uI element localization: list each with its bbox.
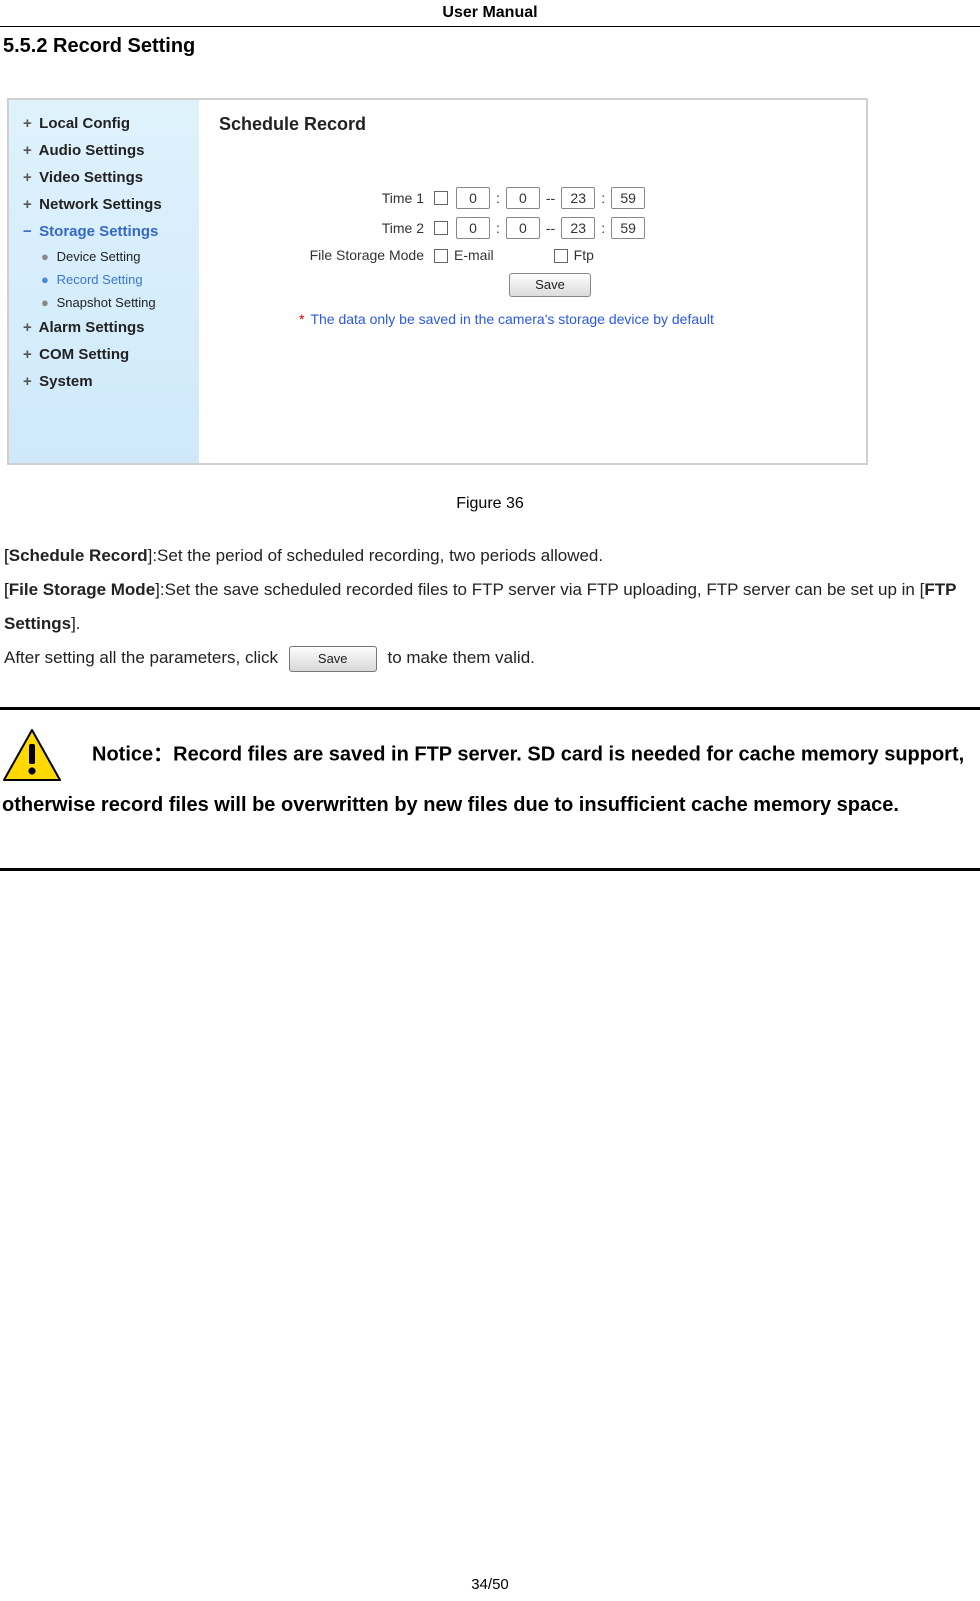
sidebar-item-network-settings[interactable]: + Network Settings [19,191,189,218]
warning-icon [2,728,62,782]
colon: : [496,190,500,206]
bullet-icon: ● [41,249,53,264]
sidebar-item-label: Network Settings [39,196,162,213]
header-rule [0,26,980,27]
ftp-checkbox[interactable] [554,249,568,263]
dash: -- [546,220,555,236]
plus-icon: + [23,142,35,159]
plus-icon: + [23,169,35,186]
dash: -- [546,190,555,206]
save-button-inline: Save [289,646,377,672]
ftp-option-label: Ftp [574,247,594,263]
storage-mode-label: File Storage Mode [219,247,434,263]
save-row: Save [219,267,846,301]
time2-min-end[interactable]: 59 [611,217,645,239]
nav-sidebar: + Local Config + Audio Settings + Video … [9,100,199,463]
file-storage-mode-paragraph: [File Storage Mode]:Set the save schedul… [4,573,976,641]
divider-top [0,707,980,710]
bullet-icon: ● [41,295,53,310]
content-panel: Schedule Record Time 1 0 : 0 -- 23 : 59 … [199,100,866,463]
file-storage-mode-desc-b: ]. [71,614,80,633]
sidebar-item-label: Device Setting [57,249,141,264]
notice-label: Notice： [92,743,173,765]
file-storage-mode-desc-a: ]:Set the save scheduled recorded files … [155,580,924,599]
sidebar-item-label: Record Setting [57,272,143,287]
panel-title: Schedule Record [219,114,846,135]
time2-checkbox[interactable] [434,221,448,235]
colon: : [496,220,500,236]
sidebar-item-storage-settings[interactable]: − Storage Settings [19,218,189,245]
sidebar-subitem-record-setting[interactable]: ● Record Setting [19,268,189,291]
storage-mode-row: File Storage Mode E-mail Ftp [219,243,846,267]
figure-caption: Figure 36 [0,495,980,513]
sidebar-item-system[interactable]: + System [19,368,189,395]
sidebar-subitem-device-setting[interactable]: ● Device Setting [19,245,189,268]
sidebar-item-label: Local Config [39,115,130,132]
after-text-b: to make them valid. [387,648,534,667]
time2-hour-start[interactable]: 0 [456,217,490,239]
after-text-a: After setting all the parameters, click [4,648,283,667]
sidebar-item-label: Video Settings [39,169,143,186]
sidebar-subitem-snapshot-setting[interactable]: ● Snapshot Setting [19,291,189,314]
time2-row: Time 2 0 : 0 -- 23 : 59 [219,213,846,243]
schedule-record-term: Schedule Record [9,546,148,565]
settings-screenshot: + Local Config + Audio Settings + Video … [7,98,868,465]
sidebar-item-label: System [39,373,92,390]
schedule-record-paragraph: [Schedule Record]:Set the period of sche… [4,539,976,573]
time1-row: Time 1 0 : 0 -- 23 : 59 [219,183,846,213]
asterisk-icon: * [299,311,304,327]
notice-block: Notice：Record files are saved in FTP ser… [0,728,980,836]
plus-icon: + [23,115,35,132]
sidebar-item-alarm-settings[interactable]: + Alarm Settings [19,314,189,341]
save-button[interactable]: Save [509,273,591,297]
time2-min-start[interactable]: 0 [506,217,540,239]
email-option-label: E-mail [454,247,494,263]
after-setting-paragraph: After setting all the parameters, click … [4,641,976,675]
colon: : [601,190,605,206]
email-checkbox[interactable] [434,249,448,263]
sidebar-item-label: Audio Settings [39,142,145,159]
time1-hour-end[interactable]: 23 [561,187,595,209]
plus-icon: + [23,196,35,213]
sidebar-item-local-config[interactable]: + Local Config [19,110,189,137]
page-header: User Manual [0,0,980,22]
time1-min-end[interactable]: 59 [611,187,645,209]
plus-icon: + [23,346,35,363]
minus-icon: − [23,223,35,240]
colon: : [601,220,605,236]
divider-bottom [0,868,980,871]
time1-checkbox[interactable] [434,191,448,205]
bullet-icon: ● [41,272,53,287]
section-heading: 5.5.2 Record Setting [3,35,980,58]
plus-icon: + [23,373,35,390]
time1-label: Time 1 [219,190,434,206]
plus-icon: + [23,319,35,336]
sidebar-item-com-setting[interactable]: + COM Setting [19,341,189,368]
sidebar-item-audio-settings[interactable]: + Audio Settings [19,137,189,164]
body-text: [Schedule Record]:Set the period of sche… [0,539,980,675]
time2-hour-end[interactable]: 23 [561,217,595,239]
file-storage-mode-term: File Storage Mode [9,580,155,599]
time1-min-start[interactable]: 0 [506,187,540,209]
schedule-record-desc: ]:Set the period of scheduled recording,… [148,546,604,565]
default-note-text: The data only be saved in the camera's s… [310,311,713,327]
sidebar-item-label: Snapshot Setting [57,295,156,310]
page-number: 34/50 [0,1576,980,1593]
time1-hour-start[interactable]: 0 [456,187,490,209]
sidebar-item-label: Alarm Settings [39,319,145,336]
schedule-form: Time 1 0 : 0 -- 23 : 59 Time 2 0 : 0 -- … [219,183,846,327]
default-note: * The data only be saved in the camera's … [219,301,846,327]
time2-label: Time 2 [219,220,434,236]
sidebar-item-label: Storage Settings [39,223,158,240]
sidebar-item-label: COM Setting [39,346,129,363]
sidebar-item-video-settings[interactable]: + Video Settings [19,164,189,191]
